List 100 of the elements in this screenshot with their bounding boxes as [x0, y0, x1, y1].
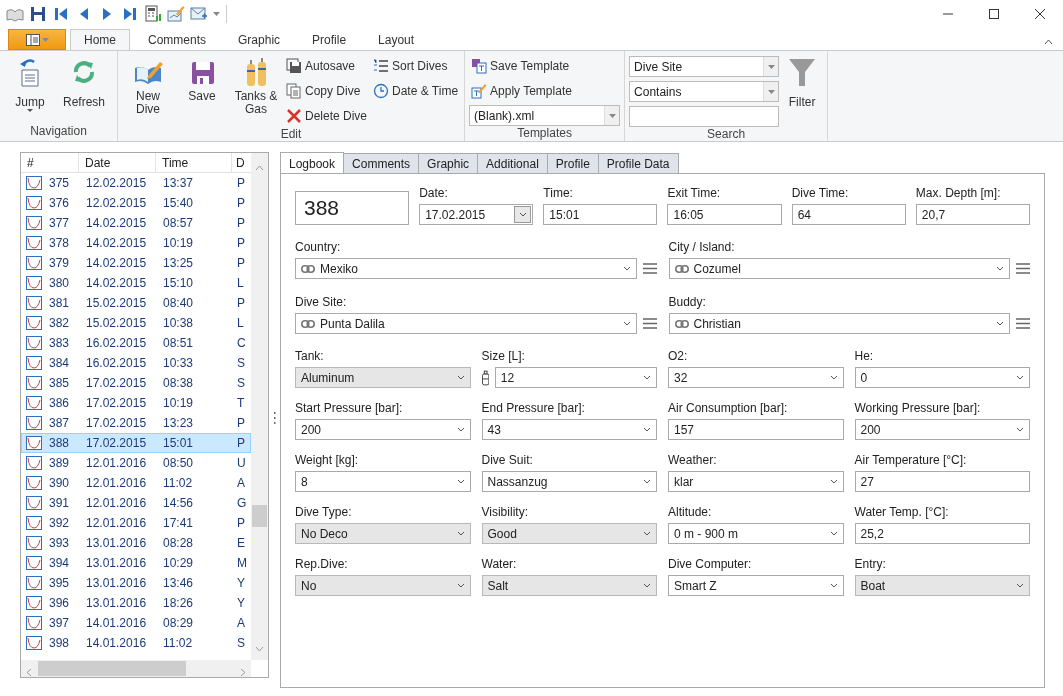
calendar-dropdown-button[interactable]: [514, 206, 532, 223]
dive-row[interactable]: 376 12.02.2015 15:40 P: [21, 193, 251, 213]
scrollbar-thumb[interactable]: [38, 661, 186, 676]
list-menu-icon[interactable]: [642, 263, 657, 274]
dropdown[interactable]: 0: [854, 367, 1030, 388]
dive-row[interactable]: 396 13.01.2016 18:26 Y: [21, 593, 251, 613]
tab[interactable]: Graphic: [419, 153, 479, 174]
ribbon-button[interactable]: Tanks & Gas: [230, 54, 282, 127]
ribbon-tab[interactable]: Home: [70, 29, 130, 50]
dive-row[interactable]: 393 13.01.2016 08:28 E: [21, 533, 251, 553]
dive-row[interactable]: 386 17.02.2015 10:19 T: [21, 393, 251, 413]
dive-row[interactable]: 392 12.01.2016 17:41 P: [21, 513, 251, 533]
dive-row[interactable]: 381 15.02.2015 08:40 P: [21, 293, 251, 313]
dropdown[interactable]: 32: [668, 367, 844, 388]
dive-row[interactable]: 389 12.01.2016 08:50 U: [21, 453, 251, 473]
text-field[interactable]: 64: [791, 204, 906, 225]
logbook-pencil-icon[interactable]: [167, 5, 185, 23]
ribbon-button[interactable]: Refresh: [58, 54, 110, 124]
dive-row[interactable]: 380 14.02.2015 15:10 L: [21, 273, 251, 293]
ribbon-tab[interactable]: Profile: [298, 29, 361, 50]
first-icon[interactable]: [52, 5, 70, 23]
ribbon-tab[interactable]: Comments: [134, 29, 221, 50]
dropdown[interactable]: Good: [481, 523, 657, 544]
collapse-ribbon-icon[interactable]: [1044, 39, 1053, 45]
dive-row[interactable]: 382 15.02.2015 10:38 L: [21, 313, 251, 333]
dive-row[interactable]: 379 14.02.2015 13:25 P: [21, 253, 251, 273]
dive-row[interactable]: 377 14.02.2015 08:57 P: [21, 213, 251, 233]
dive-row[interactable]: 395 13.01.2016 13:46 Y: [21, 573, 251, 593]
search-match-dropdown[interactable]: Contains: [629, 81, 780, 102]
template-dropdown[interactable]: (Blank).xml: [469, 105, 621, 126]
splitter-grip-icon[interactable]: [273, 412, 276, 425]
text-field[interactable]: 157: [668, 419, 844, 440]
dropdown[interactable]: Christian: [668, 313, 1010, 334]
filter-button[interactable]: Filter: [781, 54, 824, 127]
ribbon-button[interactable]: Save: [176, 54, 228, 127]
tab[interactable]: Logbook: [280, 152, 345, 174]
list-menu-icon[interactable]: [1016, 318, 1030, 329]
search-field-dropdown[interactable]: Dive Site: [629, 56, 780, 77]
text-field[interactable]: 15:01: [543, 204, 658, 225]
dropdown[interactable]: Punta Dalila: [295, 313, 637, 334]
horizontal-scrollbar[interactable]: [21, 660, 251, 677]
dropdown[interactable]: 8: [295, 471, 471, 492]
column-header[interactable]: D: [232, 153, 251, 173]
tab[interactable]: Comments: [344, 153, 420, 174]
dropdown[interactable]: 43: [481, 419, 657, 440]
dive-row[interactable]: 384 16.02.2015 10:33 S: [21, 353, 251, 373]
vertical-scrollbar[interactable]: [251, 153, 268, 660]
ribbon-tab[interactable]: Layout: [364, 29, 429, 50]
ribbon-button[interactable]: Autosave: [284, 55, 370, 77]
ribbon-button[interactable]: New Dive: [122, 54, 174, 127]
dropdown[interactable]: No Deco: [295, 523, 471, 544]
dive-number-field[interactable]: 388: [295, 191, 410, 225]
dropdown[interactable]: klar: [668, 471, 844, 492]
list-menu-icon[interactable]: [642, 318, 657, 329]
dive-row[interactable]: 397 14.01.2016 08:29 A: [21, 613, 251, 633]
dropdown[interactable]: Salt: [481, 575, 657, 596]
date-picker[interactable]: 17.02.2015: [419, 204, 534, 225]
dive-row[interactable]: 388 17.02.2015 15:01 P: [21, 433, 251, 453]
dropdown[interactable]: Cozumel: [668, 258, 1010, 279]
dive-row[interactable]: 398 14.01.2016 11:02 S: [21, 633, 251, 653]
maximize-icon[interactable]: [989, 9, 999, 19]
ribbon-button[interactable]: Save Template: [469, 55, 621, 77]
dropdown[interactable]: 12: [494, 367, 657, 388]
dive-row[interactable]: 383 16.02.2015 08:51 C: [21, 333, 251, 353]
dropdown[interactable]: Nassanzug: [481, 471, 657, 492]
ribbon-button[interactable]: Jump: [4, 54, 56, 124]
ribbon-tab[interactable]: Graphic: [224, 29, 295, 50]
dive-row[interactable]: 375 12.02.2015 13:37 P: [21, 173, 251, 193]
ribbon-button[interactable]: Copy Dive: [284, 80, 370, 102]
dive-row[interactable]: 391 12.01.2016 14:56 G: [21, 493, 251, 513]
list-menu-icon[interactable]: [1016, 263, 1030, 274]
dropdown[interactable]: Boat: [854, 575, 1030, 596]
text-field[interactable]: 25,2: [854, 523, 1030, 544]
dropdown[interactable]: Smart Z: [668, 575, 844, 596]
last-icon[interactable]: [121, 5, 139, 23]
tab[interactable]: Additional: [478, 153, 548, 174]
ribbon-button[interactable]: Delete Dive: [284, 105, 370, 127]
dive-row[interactable]: 385 17.02.2015 08:38 S: [21, 373, 251, 393]
dive-row[interactable]: 387 17.02.2015 13:23 P: [21, 413, 251, 433]
application-menu-button[interactable]: [8, 29, 66, 50]
column-header[interactable]: Date: [79, 153, 156, 173]
column-header[interactable]: #: [21, 153, 79, 173]
search-field[interactable]: [629, 106, 780, 127]
dive-row[interactable]: 390 12.01.2016 11:02 A: [21, 473, 251, 493]
dropdown[interactable]: Aluminum: [295, 367, 471, 388]
ribbon-button[interactable]: Date & Time: [371, 80, 461, 102]
dive-row[interactable]: 394 13.01.2016 10:29 M: [21, 553, 251, 573]
dropdown[interactable]: 0 m - 900 m: [668, 523, 844, 544]
close-icon[interactable]: [1035, 9, 1045, 19]
column-header[interactable]: Time: [156, 153, 232, 173]
text-field[interactable]: 27: [854, 471, 1030, 492]
dropdown[interactable]: Mexiko: [295, 258, 637, 279]
text-field[interactable]: 16:05: [667, 204, 782, 225]
dive-row[interactable]: 378 14.02.2015 10:19 P: [21, 233, 251, 253]
scrollbar-thumb[interactable]: [252, 505, 267, 527]
calculator-icon[interactable]: [144, 5, 162, 23]
text-field[interactable]: 20,7: [915, 204, 1030, 225]
dropdown[interactable]: 200: [295, 419, 471, 440]
dropdown[interactable]: No: [295, 575, 471, 596]
ribbon-button[interactable]: Apply Template: [469, 80, 621, 102]
